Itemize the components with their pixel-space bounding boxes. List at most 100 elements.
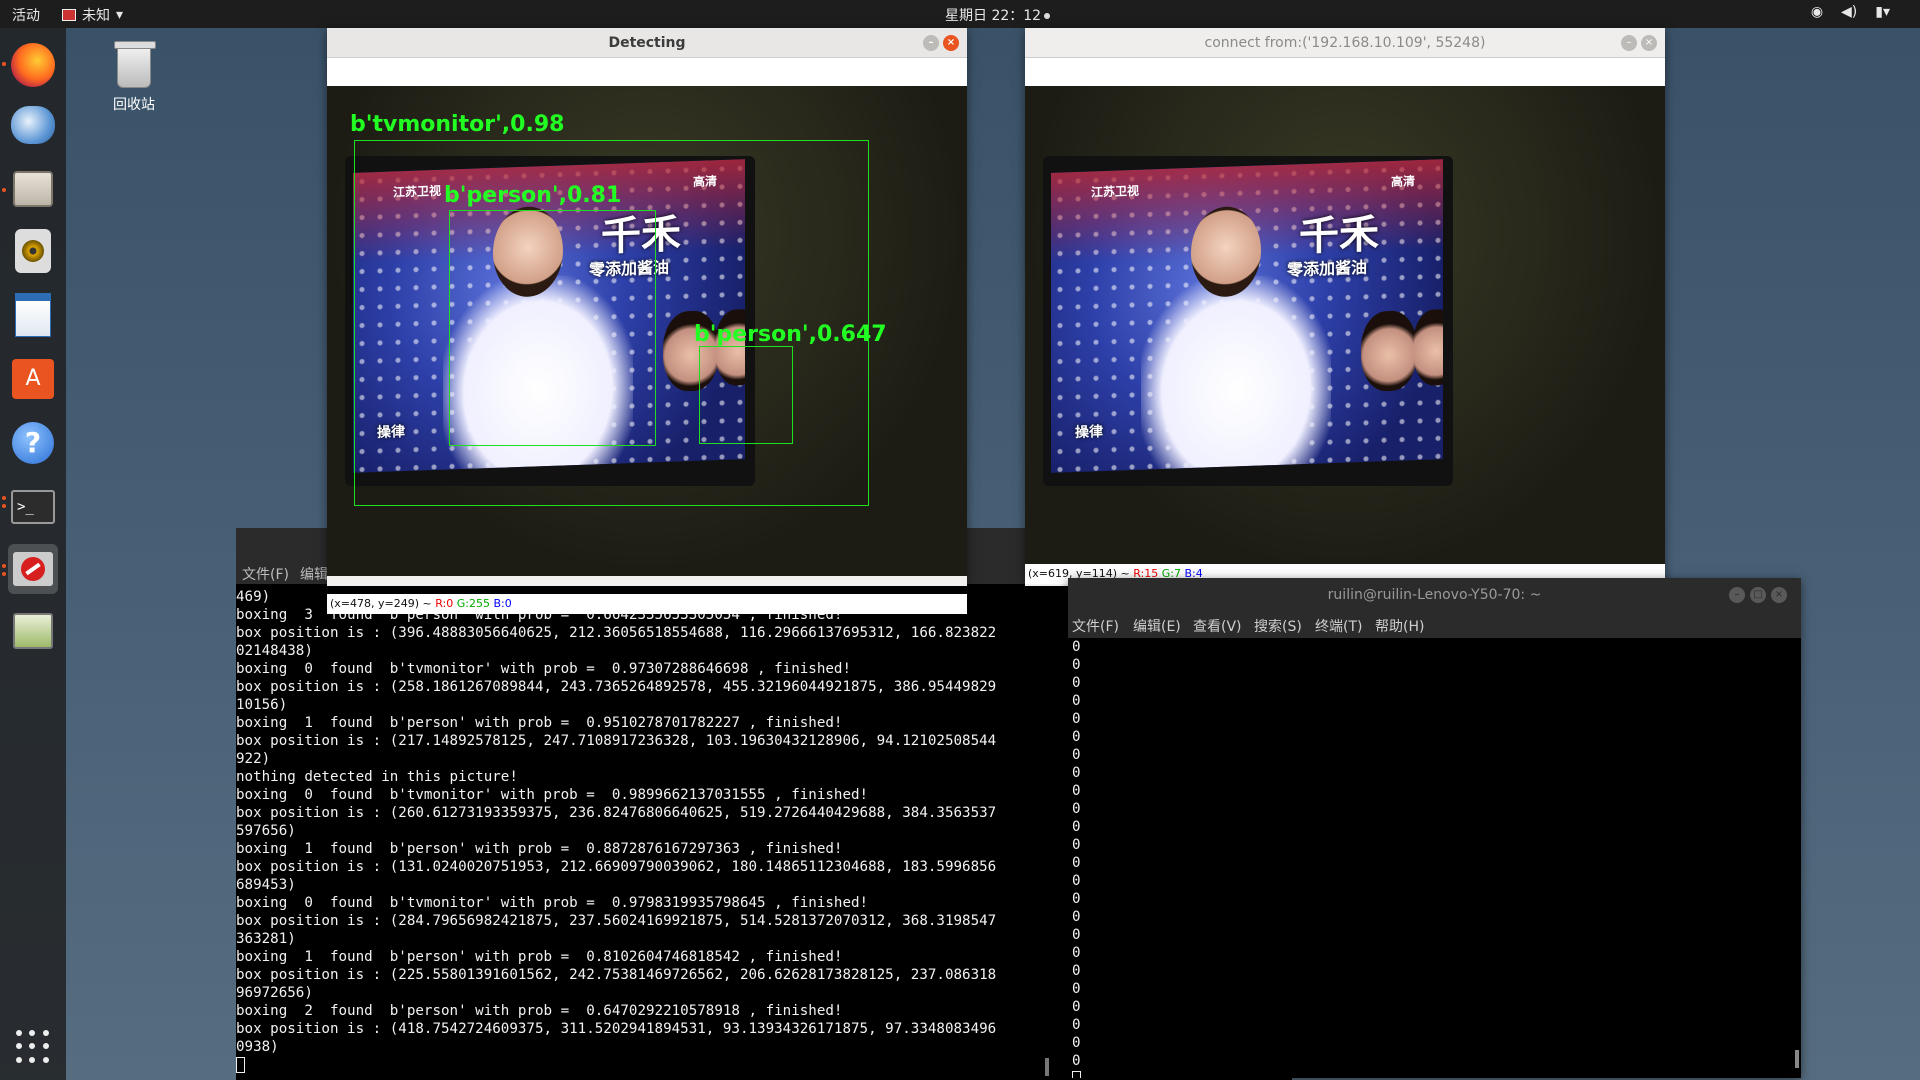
- connect-window[interactable]: connect from:('192.168.10.109', 55248) –…: [1025, 28, 1665, 586]
- terminal-line: 0: [1072, 855, 1081, 871]
- terminal-line: boxing 1 found b'person' with prob = 0.9…: [236, 715, 843, 731]
- terminal-line: 0: [1072, 1017, 1081, 1033]
- terminal-line: box position is : (217.14892578125, 247.…: [236, 733, 997, 749]
- detection-box-person-2: [699, 346, 793, 444]
- system-tray[interactable]: ◉ ◀) ▮▾: [1811, 4, 1890, 20]
- window-title: ruilin@ruilin-Lenovo-Y50-70: ~: [1327, 587, 1542, 603]
- terminal-line: 0: [1072, 981, 1081, 997]
- close-button[interactable]: ×: [1641, 35, 1657, 51]
- terminal-line: 0: [1072, 747, 1081, 763]
- minimize-button[interactable]: –: [1621, 35, 1637, 51]
- received-image[interactable]: 江苏卫视 高清 千禾 零添加酱油 操律: [1025, 86, 1665, 576]
- corner-text: 操律: [1075, 424, 1103, 442]
- terminal-right-window[interactable]: ruilin@ruilin-Lenovo-Y50-70: ~ – □ × 文件(…: [1068, 578, 1801, 1078]
- terminal-line: box position is : (396.48883056640625, 2…: [236, 625, 997, 641]
- detecting-window[interactable]: Detecting – × 江苏卫视 高清 千禾 零添加酱油 操律 b'tvmo…: [327, 28, 967, 614]
- dock-blocked-app[interactable]: [8, 544, 58, 594]
- terminal-line: box position is : (260.61273193359375, 2…: [236, 805, 997, 821]
- connect-titlebar[interactable]: connect from:('192.168.10.109', 55248) –…: [1025, 28, 1665, 58]
- trash-icon: [114, 41, 156, 88]
- window-title: Detecting: [608, 35, 686, 51]
- terminal-line: 02148438): [236, 643, 313, 659]
- detection-image[interactable]: 江苏卫视 高清 千禾 零添加酱油 操律 b'tvmonitor',0.98 b'…: [327, 86, 967, 576]
- document-icon: [15, 293, 51, 337]
- terminal-line: 0: [1072, 1035, 1081, 1051]
- terminal-right-menubar: 文件(F) 编辑(E) 查看(V) 搜索(S) 终端(T) 帮助(H): [1068, 612, 1801, 638]
- detecting-titlebar[interactable]: Detecting – ×: [327, 28, 967, 58]
- dock-thunderbird[interactable]: [8, 100, 58, 150]
- minimize-button[interactable]: –: [923, 35, 939, 51]
- menu-search[interactable]: 搜索(S): [1254, 616, 1302, 636]
- dock-writer[interactable]: [8, 290, 58, 340]
- terminal-left-output[interactable]: 469) boxing 3 found b'person' with prob =…: [236, 588, 1054, 1078]
- terminal-line: 0: [1072, 801, 1081, 817]
- terminal-line: box position is : (418.7542724609375, 31…: [236, 1021, 997, 1037]
- terminal-right-output[interactable]: 0 0 0 0 0 0 0 0 0 0 0 0 0 0 0 0 0 0 0 0 0 0 0 0: [1072, 638, 1772, 1078]
- terminal-line: nothing detected in this picture!: [236, 769, 518, 785]
- pixel-status-bar: (x=478, y=249) ~ R:0 G:255 B:0: [327, 594, 967, 614]
- close-button[interactable]: ×: [1771, 587, 1787, 603]
- activities-button[interactable]: 活动: [12, 5, 40, 25]
- dock-help[interactable]: ?: [8, 418, 58, 468]
- terminal-line: box position is : (284.79656982421875, 2…: [236, 913, 997, 929]
- trash-desktop-icon[interactable]: 回收站: [104, 41, 164, 114]
- camera-frame: 江苏卫视 高清 千禾 零添加酱油 操律: [1025, 86, 1665, 576]
- clock-label: 星期日 22：12: [945, 8, 1042, 24]
- notification-dot: [1044, 13, 1051, 19]
- music-icon: [15, 229, 51, 273]
- terminal-line: 0: [1072, 693, 1081, 709]
- detection-label-person-2: b'person',0.647: [694, 322, 887, 347]
- cursor-coordinates: (x=478, y=249) ~: [330, 597, 436, 610]
- menu-help[interactable]: 帮助(H): [1375, 616, 1424, 636]
- running-indicator: [2, 564, 6, 568]
- dock-firefox[interactable]: [8, 40, 58, 90]
- terminal-line: 0: [1072, 999, 1081, 1015]
- terminal-cursor: [236, 1056, 1054, 1074]
- top-bar: 活动 未知 ▾ 星期日 22：12 ◉ ◀) ▮▾: [0, 0, 1920, 28]
- menu-file[interactable]: 文件(F): [242, 564, 289, 584]
- tv-screen: 江苏卫视 高清 千禾 零添加酱油 操律: [1051, 159, 1443, 473]
- terminal-line: 0: [1072, 783, 1081, 799]
- menu-edit[interactable]: 编辑(E): [1133, 616, 1181, 636]
- trash-label: 回收站: [113, 97, 155, 113]
- terminal-right-titlebar[interactable]: ruilin@ruilin-Lenovo-Y50-70: ~: [1068, 578, 1801, 612]
- channel-logo: 江苏卫视: [1091, 183, 1140, 200]
- terminal-line: 0: [1072, 909, 1081, 925]
- terminal-line: 689453): [236, 877, 296, 893]
- dock-image-viewer[interactable]: [8, 606, 58, 656]
- ad-subtitle: 零添加酱油: [1287, 257, 1368, 280]
- menu-view[interactable]: 查看(V): [1193, 616, 1242, 636]
- clock[interactable]: 星期日 22：12: [945, 5, 1051, 25]
- terminal-right-scrollbar[interactable]: [1795, 1050, 1799, 1068]
- minimize-button[interactable]: –: [1729, 587, 1745, 603]
- running-indicator: [2, 496, 6, 500]
- terminal-line: 0: [1072, 891, 1081, 907]
- running-indicator: [2, 572, 6, 576]
- volume-icon: ◀): [1841, 4, 1858, 20]
- terminal-line: 96972656): [236, 985, 313, 1001]
- apps-grid-icon[interactable]: [16, 1030, 50, 1064]
- app-menu[interactable]: 未知 ▾: [62, 5, 123, 25]
- terminal-left-scrollbar[interactable]: [1045, 1058, 1049, 1076]
- menu-terminal[interactable]: 终端(T): [1315, 616, 1362, 636]
- terminal-line: 0: [1072, 729, 1081, 745]
- menu-file[interactable]: 文件(F): [1072, 616, 1119, 636]
- dock-files[interactable]: [8, 164, 58, 214]
- terminal-cursor: [1072, 1070, 1772, 1078]
- detection-box-person-1: [449, 210, 656, 446]
- dock-terminal[interactable]: >_: [8, 482, 58, 532]
- dock-rhythmbox[interactable]: [8, 226, 58, 276]
- close-button[interactable]: ×: [943, 35, 959, 51]
- dock: A ? >_: [0, 28, 66, 1080]
- menu-edit[interactable]: 编辑: [300, 564, 328, 584]
- terminal-line: box position is : (225.55801391601562, 2…: [236, 967, 997, 983]
- maximize-button[interactable]: □: [1750, 587, 1766, 603]
- terminal-line: 0: [1072, 711, 1081, 727]
- terminal-line: 597656): [236, 823, 296, 839]
- no-entry-icon: [13, 552, 53, 586]
- terminal-line: boxing 0 found b'tvmonitor' with prob = …: [236, 787, 869, 803]
- terminal-line: box position is : (131.0240020751953, 21…: [236, 859, 997, 875]
- dock-software[interactable]: A: [8, 354, 58, 404]
- terminal-line: 0: [1072, 837, 1081, 853]
- terminal-line: boxing 1 found b'person' with prob = 0.8…: [236, 841, 843, 857]
